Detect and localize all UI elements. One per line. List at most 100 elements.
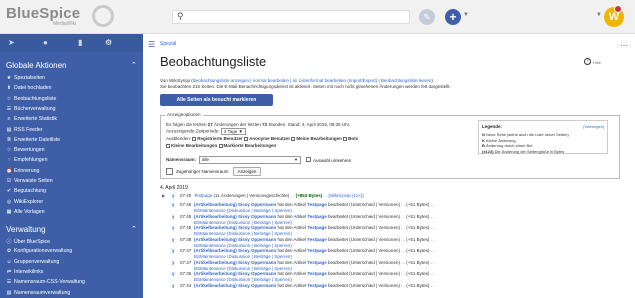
invert-checkbox[interactable] xyxy=(306,157,311,162)
unwatch-star-icon[interactable]: y xyxy=(172,283,175,288)
user-menu-chevron-icon[interactable]: ▼ xyxy=(596,12,602,18)
change-message: (Artikelbearbeitung) Sissy Oppermann hat… xyxy=(194,237,434,242)
page-link[interactable]: Testpage xyxy=(307,214,326,219)
change-summary-link[interactable]: (Artikelbearbeitung) Sissy Oppermann xyxy=(194,202,276,207)
page-link[interactable]: Testpage xyxy=(307,248,326,253)
user-links[interactable]: BSMaintenance (Diskussion | Beiträge | S… xyxy=(194,266,292,271)
sidebar-item[interactable]: ↑ Empfehlungen xyxy=(6,157,48,163)
user-links[interactable]: BSMaintenance (Diskussion | Beiträge | S… xyxy=(194,208,292,213)
page-link[interactable]: Testpage xyxy=(194,193,212,198)
legend-hide-link[interactable]: [Verbergen] xyxy=(583,124,604,129)
options-legend: Anzeigeoptionen xyxy=(165,112,203,117)
change-message: (Artikelbearbeitung) Sissy Oppermann hat… xyxy=(194,225,434,230)
sidebar-item-icon: ☆ xyxy=(6,147,12,154)
notification-badge[interactable] xyxy=(614,5,622,13)
hide-option-checkbox[interactable] xyxy=(244,136,249,141)
sidebar-item[interactable]: ▦ Alle Vorlagen xyxy=(6,209,45,215)
expand-arrow-icon[interactable]: ▶ xyxy=(162,193,165,198)
hide-option-checkbox[interactable] xyxy=(343,136,348,141)
change-summary-link[interactable]: (Artikelbearbeitung) Sissy Oppermann xyxy=(194,271,276,276)
sidebar-item[interactable]: ☰ Namensraum-CSS-Verwaltung xyxy=(6,279,85,285)
document-icon[interactable]: ▮ xyxy=(78,38,82,47)
hide-option-checkbox[interactable] xyxy=(218,143,223,148)
new-page-button[interactable]: + xyxy=(445,9,461,25)
change-time: 07:38 xyxy=(180,236,192,242)
change-summary-link[interactable]: (Artikelbearbeitung) Sissy Oppermann xyxy=(194,237,276,242)
help-icon[interactable]: ? xyxy=(584,58,591,65)
chevron-down-icon: ▼ xyxy=(294,157,298,162)
unwatch-star-icon[interactable]: y xyxy=(172,248,175,253)
bluespice-logo[interactable]: BlueSpice MediaWiki xyxy=(6,5,118,29)
user-links[interactable]: BSMaintenance (Diskussion | Beiträge | S… xyxy=(194,220,292,225)
period-value: 3 Tage xyxy=(223,129,238,134)
sidebar-item[interactable]: ⓘ Über BlueSpice xyxy=(6,238,50,245)
unwatch-star-icon[interactable]: y xyxy=(172,225,175,230)
page-link[interactable]: Testpage xyxy=(307,225,326,230)
search-box[interactable]: ⚲ xyxy=(172,10,410,24)
sidebar-item[interactable]: ☺ Gruppenverwaltung xyxy=(6,259,59,265)
change-summary-link[interactable]: (Artikelbearbeitung) Sissy Oppermann xyxy=(194,260,276,265)
change-time: 07:37 xyxy=(180,248,192,253)
navigation-icon[interactable]: ➤ xyxy=(8,38,15,47)
sidebar-item[interactable]: ◎ WikiExplorer xyxy=(6,199,43,205)
collapse-chevron-icon[interactable]: ⌃ xyxy=(131,61,137,69)
sidebar-item[interactable]: ⏰ Erinnerung xyxy=(6,168,39,174)
user-link[interactable]: . . [WikiSysop (11×)] xyxy=(322,193,364,198)
sidebar-item[interactable]: ☆ Beobachtungsliste xyxy=(6,96,57,102)
sidebar-item[interactable]: ▤ RSS Feeder xyxy=(6,127,43,133)
namespace-select[interactable]: alle ▼ xyxy=(199,156,301,164)
sidebar-item[interactable]: ★ Spezialseiten xyxy=(6,75,45,81)
user-links[interactable]: BSMaintenance (Diskussion | Beiträge | S… xyxy=(194,231,292,236)
period-select[interactable]: 3 Tage ▼ xyxy=(220,128,246,135)
unwatch-star-icon[interactable]: y xyxy=(172,237,175,242)
sidebar-item[interactable]: ▤ Namensraumverwaltung xyxy=(6,290,71,296)
unwatch-star-icon[interactable]: y xyxy=(172,202,175,207)
page-link[interactable]: Testpage xyxy=(307,271,326,276)
help-link[interactable]: Hilfe xyxy=(593,60,601,65)
sidebar-item[interactable]: ⚙ Konfigurationsverwaltung xyxy=(6,248,73,254)
sidebar-item[interactable]: ✔ Begutachtung xyxy=(6,188,46,194)
sidebar-item[interactable]: ≡ Erweiterte Statistik xyxy=(6,116,57,122)
gear-icon[interactable]: ⚙ xyxy=(105,38,112,47)
edit-button[interactable]: ✎ xyxy=(419,9,435,25)
sidebar-item[interactable]: ☆ Bewertungen xyxy=(6,147,45,153)
change-summary-link[interactable]: (Artikelbearbeitung) Sissy Oppermann xyxy=(194,248,276,253)
sidebar-item-icon: ☰ xyxy=(6,105,12,112)
page-link[interactable]: Testpage xyxy=(307,237,326,242)
apps-grid-icon[interactable]: ⋯ xyxy=(620,41,628,50)
pin-icon[interactable]: ● xyxy=(43,38,48,47)
change-summary-link[interactable]: (Artikelbearbeitung) Sissy Oppermann xyxy=(194,214,276,219)
collapse-chevron-icon[interactable]: ⌃ xyxy=(131,225,137,233)
page-link[interactable]: Testpage xyxy=(307,260,326,265)
mark-all-visited-button[interactable]: Alle Seiten als besucht markieren xyxy=(160,94,273,106)
chevron-down-icon[interactable]: ▼ xyxy=(463,12,469,18)
sidebar-item[interactable]: ⬆ Datei hochladen xyxy=(6,85,52,91)
hide-option-checkbox[interactable] xyxy=(166,143,170,148)
watchlist-tool-links[interactable]: Beobachtungsliste anzeigen | normal bear… xyxy=(193,78,432,83)
change-summary-link[interactable]: (Artikelbearbeitung) Sissy Oppermann xyxy=(194,225,276,230)
show-button[interactable]: Anzeigen xyxy=(233,167,261,176)
unwatch-star-icon[interactable]: y xyxy=(172,214,175,219)
page-link[interactable]: Testpage xyxy=(307,202,326,207)
sidebar-item[interactable]: ☑ Verwaiste Seiten xyxy=(6,178,53,184)
user-links[interactable]: BSMaintenance (Diskussion | Beiträge | S… xyxy=(194,243,292,248)
legend-box: Legende: [Verbergen] N Neue Seite (siehe… xyxy=(478,120,608,154)
user-links[interactable]: BSMaintenance (Diskussion | Beiträge | S… xyxy=(194,277,292,282)
unwatch-star-icon[interactable]: y xyxy=(172,193,175,198)
sidebar-item[interactable]: ⇄ Interwikilinks xyxy=(6,269,44,275)
unwatch-star-icon[interactable]: y xyxy=(172,260,175,265)
user-links[interactable]: BSMaintenance (Diskussion | Beiträge | S… xyxy=(194,254,292,259)
associated-namespace-checkbox[interactable] xyxy=(166,168,173,175)
sidebar-item[interactable]: ☰ Bücherverwaltung xyxy=(6,106,56,112)
breadcrumb[interactable]: Spezial xyxy=(160,41,176,47)
unwatch-star-icon[interactable]: y xyxy=(172,271,175,276)
hide-option-checkbox[interactable] xyxy=(192,136,197,141)
sidebar-item-label: Namensraum-CSS-Verwaltung xyxy=(14,279,85,286)
hamburger-menu-icon[interactable]: ☰ xyxy=(148,40,155,49)
change-summary-link[interactable]: (Artikelbearbeitung) Sissy Oppermann xyxy=(194,283,276,288)
search-input[interactable] xyxy=(187,12,407,23)
sidebar-item[interactable]: ≣ Erweiterte Dateiliste xyxy=(6,137,60,143)
change-detail: hat den Artikel xyxy=(276,225,308,230)
hide-option-checkbox[interactable] xyxy=(291,136,296,141)
page-link[interactable]: Testpage xyxy=(307,283,326,288)
